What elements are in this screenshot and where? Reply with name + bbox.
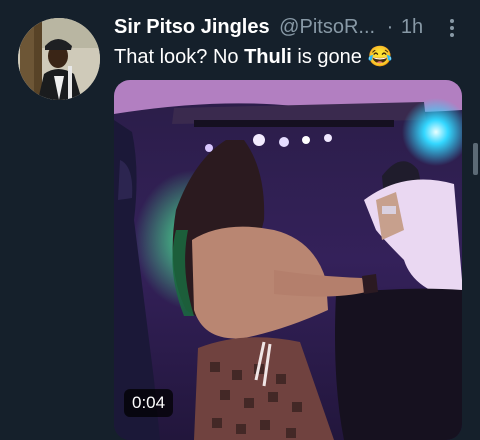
scrollbar-thumb[interactable]: [473, 143, 478, 175]
video-duration-badge: 0:04: [124, 389, 174, 417]
display-name[interactable]: Sir Pitso Jingles: [114, 16, 270, 38]
separator-dot: ·: [386, 16, 394, 38]
more-options-button[interactable]: [440, 16, 464, 40]
video-player[interactable]: [114, 80, 462, 440]
tweet-text-before: That look? No: [114, 46, 245, 68]
tweet-header: Sir Pitso Jingles @PitsoR... · 1h: [114, 14, 424, 40]
user-handle[interactable]: @PitsoR...: [279, 16, 375, 38]
avatar-photo: [18, 18, 100, 100]
video-frame: [114, 80, 462, 440]
tweet[interactable]: Sir Pitso Jingles @PitsoR... · 1h That l…: [0, 0, 480, 440]
more-vertical-icon: [450, 19, 454, 37]
tweet-text: That look? No Thuli is gone 😂: [114, 44, 464, 70]
tweet-timestamp[interactable]: 1h: [401, 16, 423, 38]
avatar[interactable]: [18, 18, 100, 100]
tweet-text-after: is gone 😂: [291, 46, 393, 68]
tweet-text-bold: Thuli: [244, 46, 292, 68]
